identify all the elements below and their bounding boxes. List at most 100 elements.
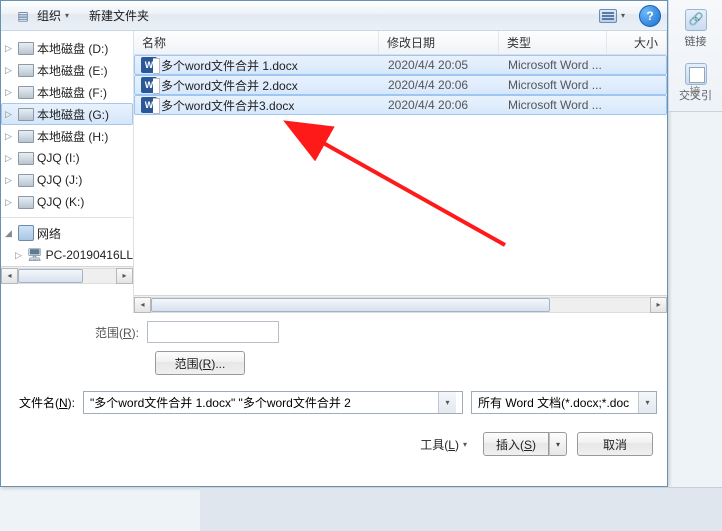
tree-label: QJQ (I:) bbox=[37, 151, 80, 165]
file-row[interactable]: 多个word文件合并3.docx 2020/4/4 20:06 Microsof… bbox=[134, 95, 667, 115]
col-date[interactable]: 修改日期 bbox=[379, 31, 499, 54]
range-input[interactable] bbox=[147, 321, 279, 343]
tree-drive-item[interactable]: ▷ 本地磁盘 (G:) bbox=[1, 103, 133, 125]
file-row[interactable]: 多个word文件合并 1.docx 2020/4/4 20:05 Microso… bbox=[134, 55, 667, 75]
file-type-filter[interactable]: 所有 Word 文档(*.docx;*.doc ▾ bbox=[471, 391, 657, 414]
drive-icon bbox=[18, 62, 34, 78]
scroll-thumb[interactable] bbox=[18, 269, 83, 283]
tree-h-scrollbar[interactable]: ◂ ▸ bbox=[1, 266, 133, 284]
dropdown-caret-icon: ▾ bbox=[65, 11, 69, 20]
tree-label: 本地磁盘 (F:) bbox=[37, 84, 107, 101]
tree-label: 本地磁盘 (D:) bbox=[37, 40, 108, 57]
expand-icon[interactable]: ▷ bbox=[5, 153, 15, 164]
dialog-toolbar: 组织 ▾ 新建文件夹 ▾ ? bbox=[1, 1, 667, 31]
expand-icon[interactable]: ▷ bbox=[5, 131, 15, 142]
new-folder-button[interactable]: 新建文件夹 bbox=[83, 5, 155, 26]
file-list[interactable]: 多个word文件合并 1.docx 2020/4/4 20:05 Microso… bbox=[134, 55, 667, 295]
file-type: Microsoft Word ... bbox=[500, 98, 608, 112]
insert-dropdown[interactable]: ▾ bbox=[549, 432, 567, 456]
insert-split-button: 插入(S) ▾ bbox=[483, 432, 567, 456]
computer-icon bbox=[27, 247, 43, 263]
expand-icon[interactable]: ▷ bbox=[5, 87, 15, 98]
tree-drive-item[interactable]: ▷ 本地磁盘 (F:) bbox=[1, 81, 133, 103]
views-icon bbox=[599, 9, 617, 23]
organize-icon bbox=[13, 7, 33, 25]
word-doc-icon bbox=[141, 97, 157, 113]
expand-icon[interactable]: ▷ bbox=[5, 109, 15, 120]
help-button[interactable]: ? bbox=[639, 5, 661, 27]
help-icon: ? bbox=[646, 9, 653, 23]
drive-icon bbox=[18, 128, 34, 144]
folder-tree[interactable]: ▷ 本地磁盘 (D:)▷ 本地磁盘 (E:)▷ 本地磁盘 (F:)▷ 本地磁盘 … bbox=[1, 31, 134, 313]
word-doc-icon bbox=[141, 57, 157, 73]
filename-value: "多个word文件合并 1.docx" "多个word文件合并 2 bbox=[90, 394, 438, 411]
file-type: Microsoft Word ... bbox=[500, 58, 608, 72]
drive-icon bbox=[18, 172, 34, 188]
tree-label: 本地磁盘 (E:) bbox=[37, 62, 108, 79]
tree-drive-item[interactable]: ▷ 本地磁盘 (H:) bbox=[1, 125, 133, 147]
tree-drive-item[interactable]: ▷ 本地磁盘 (D:) bbox=[1, 37, 133, 59]
scroll-right-button[interactable]: ▸ bbox=[650, 297, 667, 313]
file-list-pane: 名称 修改日期 类型 大小 多个word文件合并 1.docx 2020/4/4… bbox=[134, 31, 667, 313]
column-headers: 名称 修改日期 类型 大小 bbox=[134, 31, 667, 55]
drive-icon bbox=[18, 106, 34, 122]
word-doc-icon bbox=[141, 77, 157, 93]
tree-label: 网络 bbox=[37, 225, 61, 242]
filter-dropdown-icon[interactable]: ▾ bbox=[638, 392, 656, 413]
range-label: 范围(R): bbox=[95, 324, 139, 341]
organize-button[interactable]: 组织 ▾ bbox=[7, 5, 75, 27]
ribbon-links[interactable]: 链接 bbox=[669, 0, 722, 54]
filename-label: 文件名(N): bbox=[11, 394, 75, 411]
col-type[interactable]: 类型 bbox=[499, 31, 607, 54]
file-date: 2020/4/4 20:06 bbox=[380, 98, 500, 112]
file-type: Microsoft Word ... bbox=[500, 78, 608, 92]
dropdown-caret-icon: ▾ bbox=[621, 11, 625, 20]
scroll-right-button[interactable]: ▸ bbox=[116, 268, 133, 284]
tree-drive-item[interactable]: ▷ QJQ (I:) bbox=[1, 147, 133, 169]
tree-drive-item[interactable]: ▷ QJQ (K:) bbox=[1, 191, 133, 213]
expand-icon[interactable]: ▷ bbox=[5, 65, 15, 76]
expand-icon[interactable]: ▷ bbox=[5, 43, 15, 54]
file-row[interactable]: 多个word文件合并 2.docx 2020/4/4 20:06 Microso… bbox=[134, 75, 667, 95]
tree-pc[interactable]: ▷ PC-20190416LL bbox=[1, 244, 133, 266]
expand-icon[interactable]: ▷ bbox=[5, 197, 15, 208]
network-icon bbox=[18, 225, 34, 241]
expand-icon[interactable]: ▷ bbox=[5, 175, 15, 186]
tree-label: QJQ (J:) bbox=[37, 173, 82, 187]
tree-label: PC-20190416LL bbox=[46, 248, 133, 262]
filter-value: 所有 Word 文档(*.docx;*.doc bbox=[478, 394, 638, 411]
drive-icon bbox=[18, 84, 34, 100]
tree-label: 本地磁盘 (G:) bbox=[37, 106, 109, 123]
col-size[interactable]: 大小 bbox=[607, 31, 667, 54]
drive-icon bbox=[18, 40, 34, 56]
col-name[interactable]: 名称 bbox=[134, 31, 379, 54]
insert-button[interactable]: 插入(S) bbox=[483, 432, 549, 456]
tree-label: QJQ (K:) bbox=[37, 195, 84, 209]
filename-input[interactable]: "多个word文件合并 1.docx" "多个word文件合并 2 ▾ bbox=[83, 391, 463, 414]
file-open-dialog: 组织 ▾ 新建文件夹 ▾ ? ▷ 本地磁盘 (D:)▷ 本地磁盘 (E:)▷ 本… bbox=[0, 0, 668, 487]
tree-drive-item[interactable]: ▷ QJQ (J:) bbox=[1, 169, 133, 191]
file-name: 多个word文件合并 2.docx bbox=[161, 77, 298, 94]
dropdown-caret-icon: ▾ bbox=[463, 440, 467, 449]
scroll-thumb[interactable] bbox=[151, 298, 550, 312]
file-name: 多个word文件合并 1.docx bbox=[161, 57, 298, 74]
tree-drive-item[interactable]: ▷ 本地磁盘 (E:) bbox=[1, 59, 133, 81]
new-folder-label: 新建文件夹 bbox=[89, 7, 149, 24]
drive-icon bbox=[18, 194, 34, 210]
list-h-scrollbar[interactable]: ◂ ▸ bbox=[134, 295, 667, 313]
ribbon-links-grp: 接 bbox=[668, 80, 722, 100]
scroll-left-button[interactable]: ◂ bbox=[1, 268, 18, 284]
tools-button[interactable]: 工具(L) ▾ bbox=[420, 436, 467, 453]
tree-network[interactable]: ◢ 网络 bbox=[1, 222, 133, 244]
file-date: 2020/4/4 20:05 bbox=[380, 58, 500, 72]
range-button[interactable]: 范围(R)... bbox=[155, 351, 245, 375]
tree-label: 本地磁盘 (H:) bbox=[37, 128, 108, 145]
filename-dropdown-icon[interactable]: ▾ bbox=[438, 392, 456, 413]
link-icon bbox=[685, 9, 707, 31]
cancel-button[interactable]: 取消 bbox=[577, 432, 653, 456]
scroll-left-button[interactable]: ◂ bbox=[134, 297, 151, 313]
expand-icon[interactable]: ◢ bbox=[5, 228, 15, 239]
background-fill bbox=[200, 487, 722, 531]
expand-icon[interactable]: ▷ bbox=[15, 250, 24, 261]
view-options-button[interactable]: ▾ bbox=[593, 7, 631, 25]
